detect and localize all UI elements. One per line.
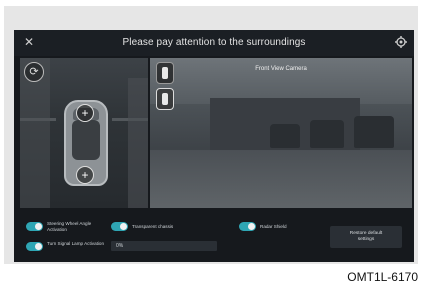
vehicle-surround-view-icon[interactable] — [156, 88, 174, 110]
vehicle-mini — [162, 93, 168, 105]
top-bar: ✕ Please pay attention to the surroundin… — [14, 30, 414, 56]
parked-car — [310, 120, 344, 148]
vehicle-roof — [72, 120, 100, 160]
transparent-chassis-toggle[interactable] — [111, 222, 128, 231]
restore-default-button[interactable]: Restore default settings — [330, 226, 402, 248]
parked-car — [270, 124, 300, 148]
restore-default-label: Restore default settings — [349, 231, 383, 242]
radar-shield-toggle[interactable] — [239, 222, 256, 231]
view-rotate-icon[interactable]: ⟳ — [24, 62, 44, 82]
camera-label: Front View Camera — [255, 66, 307, 72]
surround-view-panel: ⟳ + + — [20, 58, 148, 208]
zoom-rear-icon[interactable]: + — [76, 166, 94, 184]
garage-floor — [150, 150, 412, 208]
parked-car — [354, 116, 394, 148]
transparent-chassis-label: Transparent chassis — [132, 224, 174, 229]
vehicle-mini — [162, 67, 168, 79]
vehicle-front-view-icon[interactable] — [156, 62, 174, 84]
wall-shade — [128, 78, 148, 208]
page-title: Please pay attention to the surroundings — [122, 37, 306, 48]
camera-screen: ✕ Please pay attention to the surroundin… — [14, 30, 414, 262]
steering-wheel-label: Steering Wheel Angle Activation — [47, 221, 92, 232]
zoom-front-icon[interactable]: + — [76, 104, 94, 122]
transparency-value: 0% — [116, 243, 124, 249]
steering-wheel-toggle[interactable] — [26, 222, 43, 231]
transparency-slider[interactable]: 0% — [111, 241, 217, 251]
turn-signal-label: Turn Signal Lamp Activation — [47, 241, 105, 246]
turn-signal-toggle[interactable] — [26, 242, 43, 251]
gear-icon[interactable] — [394, 35, 408, 49]
figure-frame: ✕ Please pay attention to the surroundin… — [4, 6, 418, 264]
figure-code: OMT1L-6170 — [347, 270, 418, 284]
front-camera-view: Front View Camera — [150, 58, 412, 208]
radar-shield-label: Radar Shield — [260, 224, 287, 229]
